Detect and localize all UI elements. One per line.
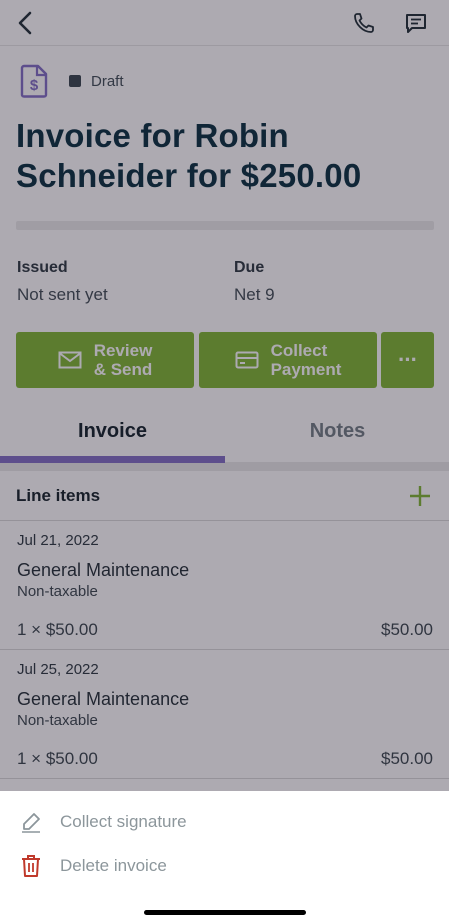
- modal-backdrop[interactable]: [0, 0, 449, 791]
- pen-icon: [18, 809, 44, 835]
- delete-invoice-option[interactable]: Delete invoice: [0, 846, 449, 886]
- delete-invoice-label: Delete invoice: [60, 856, 167, 875]
- invoice-screen: $ Draft Invoice for Robin Schneider for …: [0, 0, 449, 921]
- home-indicator[interactable]: [144, 910, 306, 915]
- trash-icon: [18, 853, 44, 879]
- collect-signature-option[interactable]: Collect signature: [0, 802, 449, 842]
- collect-signature-label: Collect signature: [60, 812, 187, 831]
- action-sheet: Collect signature Delete invoice: [0, 791, 449, 921]
